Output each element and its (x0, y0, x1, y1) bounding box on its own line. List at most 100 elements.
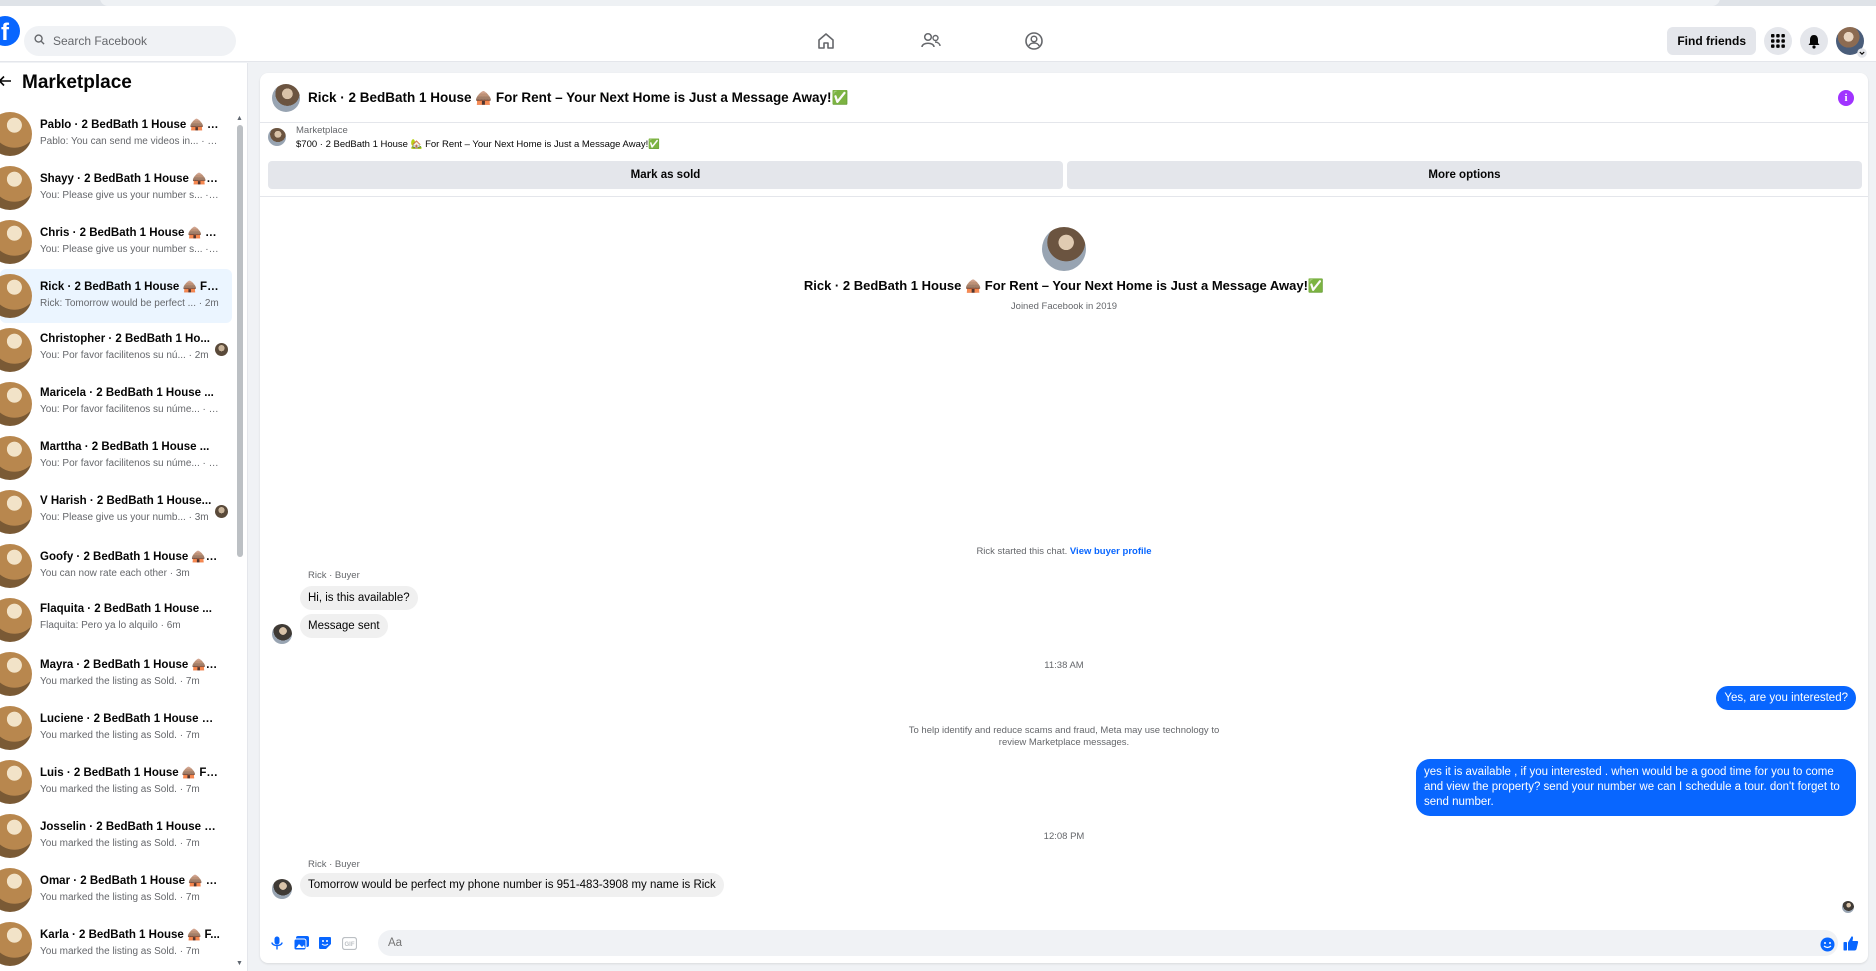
sender-label: Rick · Buyer (308, 859, 360, 870)
conversation-snippet: You marked the listing as Sold. · 7m (40, 946, 200, 957)
conversation-list: Pablo · 2 BedBath 1 House 🛖 F... Pablo: Y… (0, 107, 232, 971)
conversation-item[interactable]: Goofy · 2 BedBath 1 House 🛖 F... You can … (0, 539, 232, 593)
conversation-snippet: Flaquita: Pero ya lo alquilo · 6m (40, 620, 181, 631)
search-input[interactable]: Search Facebook (24, 26, 236, 56)
outgoing-message: Yes, are you interested? (1716, 686, 1856, 710)
conversation-item[interactable]: Pablo · 2 BedBath 1 House 🛖 F... Pablo: Y… (0, 107, 232, 161)
scam-notice-text: To help identify and reduce scams and fr… (908, 725, 1220, 748)
conversation-snippet: You: Por favor facilitenos su nú... · 2m (40, 350, 209, 361)
conversation-item[interactable]: Luis · 2 BedBath 1 House 🛖 For... You mar… (0, 755, 232, 809)
message-timestamp: 12:08 PM (1043, 831, 1085, 842)
conversation-item[interactable]: Mayra · 2 BedBath 1 House 🛖 F... You mark… (0, 647, 232, 701)
incoming-message: Tomorrow would be perfect my phone numbe… (300, 873, 724, 897)
conversation-title: Flaquita · 2 BedBath 1 House ... (40, 603, 212, 615)
find-friends-button[interactable]: Find friends (1667, 27, 1756, 55)
conversation-item[interactable]: Chris · 2 BedBath 1 House 🛖 Fo... You: Pl… (0, 215, 232, 269)
conversation-snippet: You: Por favor facilitenos su núme... · … (40, 458, 220, 469)
scroll-up-icon[interactable]: ▲ (236, 115, 243, 122)
conversation-item[interactable]: Luciene · 2 BedBath 1 House 🛖... You mark… (0, 701, 232, 755)
groups-icon[interactable] (1023, 30, 1045, 52)
conversation-item[interactable]: Flaquita · 2 BedBath 1 House ... Flaquita… (0, 593, 232, 647)
incoming-message: Hi, is this available? (300, 586, 418, 610)
conversation-snippet: You: Por favor facilitenos su núme... · … (40, 404, 220, 415)
gif-icon[interactable]: GIF (340, 934, 358, 952)
emoji-icon[interactable] (1818, 935, 1836, 953)
back-arrow-icon[interactable] (0, 74, 12, 93)
conversation-item[interactable]: Karla · 2 BedBath 1 House 🛖 F... You mark… (0, 917, 232, 971)
conversation-title: Maricela · 2 BedBath 1 House ... (40, 387, 214, 399)
listing-banner[interactable]: Marketplace $700 · 2 BedBath 1 House 🏡 F… (260, 123, 1868, 163)
listing-thumbnail (0, 868, 32, 912)
info-icon[interactable]: i (1838, 90, 1854, 106)
conversation-title: Shayy · 2 BedBath 1 House 🛖 F... (40, 173, 220, 185)
contact-avatar[interactable] (272, 84, 300, 112)
listing-thumbnail (0, 598, 32, 642)
conversation-title: Luciene · 2 BedBath 1 House 🛖... (40, 713, 220, 725)
photo-icon[interactable] (292, 934, 310, 952)
conversation-item[interactable]: Maricela · 2 BedBath 1 House ... You: Por… (0, 377, 232, 431)
conversation-item[interactable]: Shayy · 2 BedBath 1 House 🛖 F... You: Ple… (0, 161, 232, 215)
search-icon (34, 34, 45, 48)
sender-label: Rick · Buyer (308, 570, 360, 581)
profile-joined: Joined Facebook in 2019 (1010, 301, 1118, 312)
listing-thumbnail (0, 112, 32, 156)
facebook-logo[interactable]: f (0, 16, 20, 46)
more-options-button[interactable]: More options (1067, 161, 1862, 189)
profile-name: Rick · 2 BedBath 1 House 🛖 For Rent – Yo… (803, 278, 1325, 293)
listing-thumbnail (0, 490, 32, 534)
sender-avatar[interactable] (272, 879, 292, 899)
listing-thumbnail (0, 760, 32, 804)
conversation-item[interactable]: Marttha · 2 BedBath 1 House ... You: Por … (0, 431, 232, 485)
divider (260, 196, 1868, 197)
conversation-title: Chris · 2 BedBath 1 House 🛖 Fo... (40, 227, 220, 239)
sidebar-scrollbar[interactable]: ▲ ▼ (236, 115, 244, 967)
message-timestamp: 11:38 AM (1044, 660, 1084, 671)
home-icon[interactable] (815, 30, 837, 52)
scroll-down-icon[interactable]: ▼ (236, 960, 243, 967)
conversation-title: Omar · 2 BedBath 1 House 🛖 F... (40, 875, 220, 887)
conversation-item[interactable]: Josselin · 2 BedBath 1 House 🛖... You mar… (0, 809, 232, 863)
conversation-snippet: Pablo: You can send me videos in... · 1m (40, 136, 220, 147)
notifications-bell-icon[interactable] (1800, 27, 1828, 55)
conversation-snippet: You: Please give us your number s... · 1… (40, 190, 220, 201)
scrollbar-thumb[interactable] (237, 125, 243, 557)
mark-as-sold-button[interactable]: Mark as sold (268, 161, 1063, 189)
conversation-item[interactable]: Christopher · 2 BedBath 1 Ho... You: Por … (0, 323, 232, 377)
svg-text:GIF: GIF (344, 942, 354, 948)
conversation-title: Rick · 2 BedBath 1 House 🛖 For... (40, 281, 220, 293)
conversation-snippet: You: Please give us your number s... · 2… (40, 244, 220, 255)
chat-panel: Rick · 2 BedBath 1 House 🛖 For Rent – Yo… (260, 73, 1868, 963)
account-avatar[interactable] (1836, 27, 1867, 58)
conversation-item[interactable]: V Harish · 2 BedBath 1 House... You: Plea… (0, 485, 232, 539)
sticker-icon[interactable] (316, 934, 334, 952)
chat-title[interactable]: Rick · 2 BedBath 1 House 🛖 For Rent – Yo… (308, 90, 848, 106)
view-buyer-profile-link[interactable]: View buyer profile (1070, 546, 1152, 557)
chat-started-notice: Rick started this chat. View buyer profi… (260, 546, 1868, 557)
conversation-title: Luis · 2 BedBath 1 House 🛖 For... (40, 767, 220, 779)
conversation-snippet: You can now rate each other · 3m (40, 568, 190, 579)
microphone-icon[interactable] (268, 934, 286, 952)
profile-avatar[interactable] (1042, 227, 1086, 271)
friends-icon[interactable] (920, 30, 942, 52)
conversation-snippet: Rick: Tomorrow would be perfect ... · 2m (40, 298, 219, 309)
listing-thumbnail (0, 436, 32, 480)
conversation-title: Josselin · 2 BedBath 1 House 🛖... (40, 821, 220, 833)
search-placeholder: Search Facebook (53, 34, 148, 48)
conversation-sidebar: Marketplace Pablo · 2 BedBath 1 House 🛖 … (0, 63, 248, 971)
conversation-item[interactable]: Omar · 2 BedBath 1 House 🛖 F... You marke… (0, 863, 232, 917)
chat-header: Rick · 2 BedBath 1 House 🛖 For Rent – Yo… (260, 73, 1868, 123)
conversation-item-active[interactable]: Rick · 2 BedBath 1 House 🛖 For... Rick: T… (0, 269, 232, 323)
conversation-title: Mayra · 2 BedBath 1 House 🛖 F... (40, 659, 220, 671)
conversation-title: Marttha · 2 BedBath 1 House ... (40, 441, 210, 453)
seen-avatar (215, 343, 228, 356)
read-receipt-avatar (1842, 901, 1854, 913)
listing-thumbnail (0, 814, 32, 858)
like-thumbs-up-icon[interactable] (1842, 934, 1860, 952)
message-input[interactable] (378, 930, 1838, 956)
chevron-down-icon (1857, 48, 1867, 58)
sender-avatar[interactable] (272, 624, 292, 644)
apps-grid-icon[interactable] (1764, 27, 1792, 55)
seen-avatar (215, 505, 228, 518)
listing-thumbnail (0, 166, 32, 210)
listing-thumbnail (0, 922, 32, 966)
